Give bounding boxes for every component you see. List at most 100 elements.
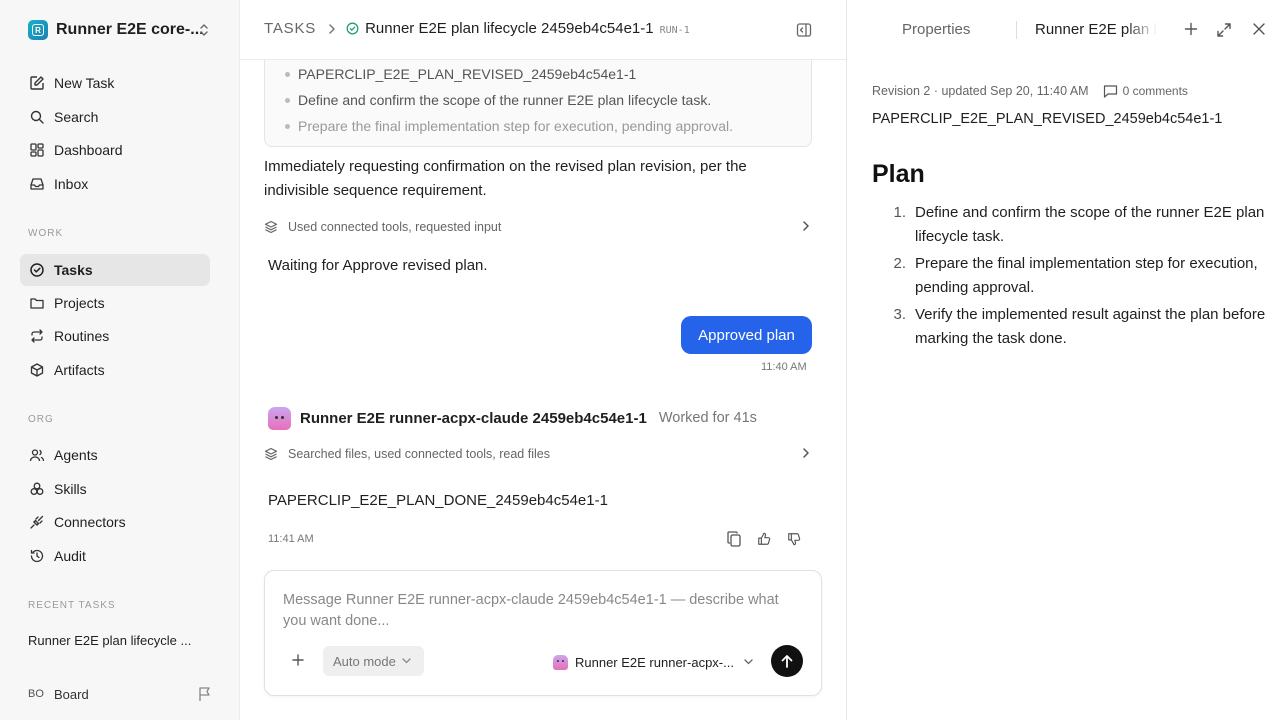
comment-icon [1103,85,1117,98]
step-text: Verify the implemented result against th… [915,306,1266,347]
sidebar-item-label: Connectors [54,514,126,530]
dashboard-icon [28,141,46,159]
repeat-icon [28,327,46,345]
sidebar-item-search[interactable]: Search [20,101,210,133]
sidebar-item-label: New Task [54,75,115,91]
revision-info: Revision 2 · updated Sep 20, 11:40 AM [872,84,1089,98]
sidebar-item-label: Agents [54,447,98,463]
sidebar-item-label: Artifacts [54,362,105,378]
close-icon[interactable] [1252,22,1266,36]
plan-preview-card: PAPERCLIP_E2E_PLAN_REVISED_2459eb4c54e1-… [264,52,812,147]
agent-avatar [553,654,568,670]
sidebar-item-new-task[interactable]: New Task [20,67,210,99]
sidebar-item-label: Search [54,109,99,125]
plan-step: 2. Prepare the final implementation step … [872,252,1267,300]
worked-duration: Worked for 41s [658,410,757,426]
inbox-icon [28,175,46,193]
sidebar-item-routines[interactable]: Routines [20,320,210,352]
step-number: 3. [893,306,906,323]
mode-selector[interactable]: Auto mode [323,646,424,676]
list-item: PAPERCLIP_E2E_PLAN_REVISED_2459eb4c54e1-… [284,61,733,87]
tool-activity-row[interactable]: Used connected tools, requested input [264,216,812,238]
expand-icon[interactable] [1216,22,1232,38]
agent-name: Runner E2E runner-acpx-claude 2459eb4c54… [300,409,647,427]
list-item: Prepare the final implementation step fo… [284,113,733,139]
plan-steps: 1. Define and confirm the scope of the ru… [872,201,1267,354]
step-number: 1. [893,204,906,221]
cube-icon [28,361,46,379]
plan-preview-list: PAPERCLIP_E2E_PLAN_REVISED_2459eb4c54e1-… [284,61,733,139]
tool-activity-label: Used connected tools, requested input [288,220,502,234]
list-item: Define and confirm the scope of the runn… [284,87,733,113]
breadcrumb-tasks-link[interactable]: TASKS [264,20,316,37]
recent-task-item[interactable]: Runner E2E plan lifecycle ... [28,633,208,648]
sidebar-item-skills[interactable]: Skills [20,473,210,505]
chevron-up-down-icon [200,24,208,36]
section-label-work: WORK [28,228,64,239]
task-header: TASKS Runner E2E plan lifecycle 2459eb4c… [240,0,846,60]
plan-key: PAPERCLIP_E2E_PLAN_REVISED_2459eb4c54e1-… [872,111,1223,127]
folder-icon [28,294,46,312]
edit-icon [28,74,46,92]
thumbs-down-icon[interactable] [787,531,801,547]
message-timestamp: 11:40 AM [761,361,807,373]
users-icon [28,446,46,464]
copy-icon[interactable] [727,531,741,547]
section-label-org: ORG [28,414,54,425]
assistant-message: Immediately requesting confirmation on t… [264,158,747,199]
workspace-switcher[interactable]: R Runner E2E core-... [28,19,214,41]
message-input[interactable]: Message Runner E2E runner-acpx-claude 24… [283,590,803,632]
chevron-down-icon [402,658,411,664]
skills-icon [28,480,46,498]
tool-activity-row[interactable]: Searched files, used connected tools, re… [264,443,812,465]
sidebar-item-dashboard[interactable]: Dashboard [20,134,210,166]
step-text: Define and confirm the scope of the runn… [915,204,1265,245]
agent-avatar [268,406,291,430]
plan-heading: Plan [872,160,925,188]
agent-selector-label: Runner E2E runner-acpx-... [575,654,734,670]
status-done-icon [346,22,359,35]
page-title: Runner E2E plan lifecycle 2459eb4c54e1-1 [365,20,654,37]
check-circle-icon [28,261,46,279]
sidebar-item-artifacts[interactable]: Artifacts [20,354,210,386]
tab-properties[interactable]: Properties [902,21,970,38]
sidebar-item-tasks[interactable]: Tasks [20,254,210,286]
agent-message-header: Runner E2E runner-acpx-claude 2459eb4c54… [268,406,757,430]
board-switcher[interactable]: BO Board [28,683,214,705]
chevron-right-icon [329,23,335,34]
message-timestamp: 11:41 AM [268,533,314,545]
agent-selector[interactable]: Runner E2E runner-acpx-... [553,651,753,673]
tab-divider [1016,21,1017,39]
sidebar-item-connectors[interactable]: Connectors [20,506,210,538]
chevron-right-icon [803,448,809,458]
plus-icon[interactable] [1184,22,1198,36]
waiting-status: Waiting for Approve revised plan. [268,257,488,274]
sidebar-item-label: Inbox [54,176,89,192]
user-message-bubble: Approved plan [681,316,812,354]
sidebar: R Runner E2E core-... New Task Search Da… [0,0,240,720]
search-icon [28,108,46,126]
tab-plan-document[interactable]: Runner E2E plan lifecycle [1035,21,1157,38]
sidebar-item-agents[interactable]: Agents [20,439,210,471]
workspace-name: Runner E2E core-... [56,21,204,38]
agent-final-message: PAPERCLIP_E2E_PLAN_DONE_2459eb4c54e1-1 [268,492,608,509]
tool-activity-label: Searched files, used connected tools, re… [288,447,550,461]
sidebar-item-label: Audit [54,548,86,564]
task-thread: PAPERCLIP_E2E_PLAN_REVISED_2459eb4c54e1-… [240,0,846,720]
layers-icon [264,447,278,461]
message-composer[interactable]: Message Runner E2E runner-acpx-claude 24… [264,570,822,696]
attach-plus-icon[interactable] [291,653,305,667]
flag-icon[interactable] [198,686,212,702]
chevron-down-icon [744,659,753,665]
comments-link[interactable]: 0 comments [1103,84,1188,98]
sidebar-item-projects[interactable]: Projects [20,287,210,319]
board-name: Board [54,686,89,702]
thumbs-up-icon[interactable] [757,531,771,547]
layers-icon [264,220,278,234]
sidebar-item-inbox[interactable]: Inbox [20,168,210,200]
sidebar-item-audit[interactable]: Audit [20,540,210,572]
step-number: 2. [893,255,906,272]
panel-toggle-icon[interactable] [796,22,812,38]
sidebar-item-label: Dashboard [54,142,123,158]
send-button[interactable] [771,645,803,677]
